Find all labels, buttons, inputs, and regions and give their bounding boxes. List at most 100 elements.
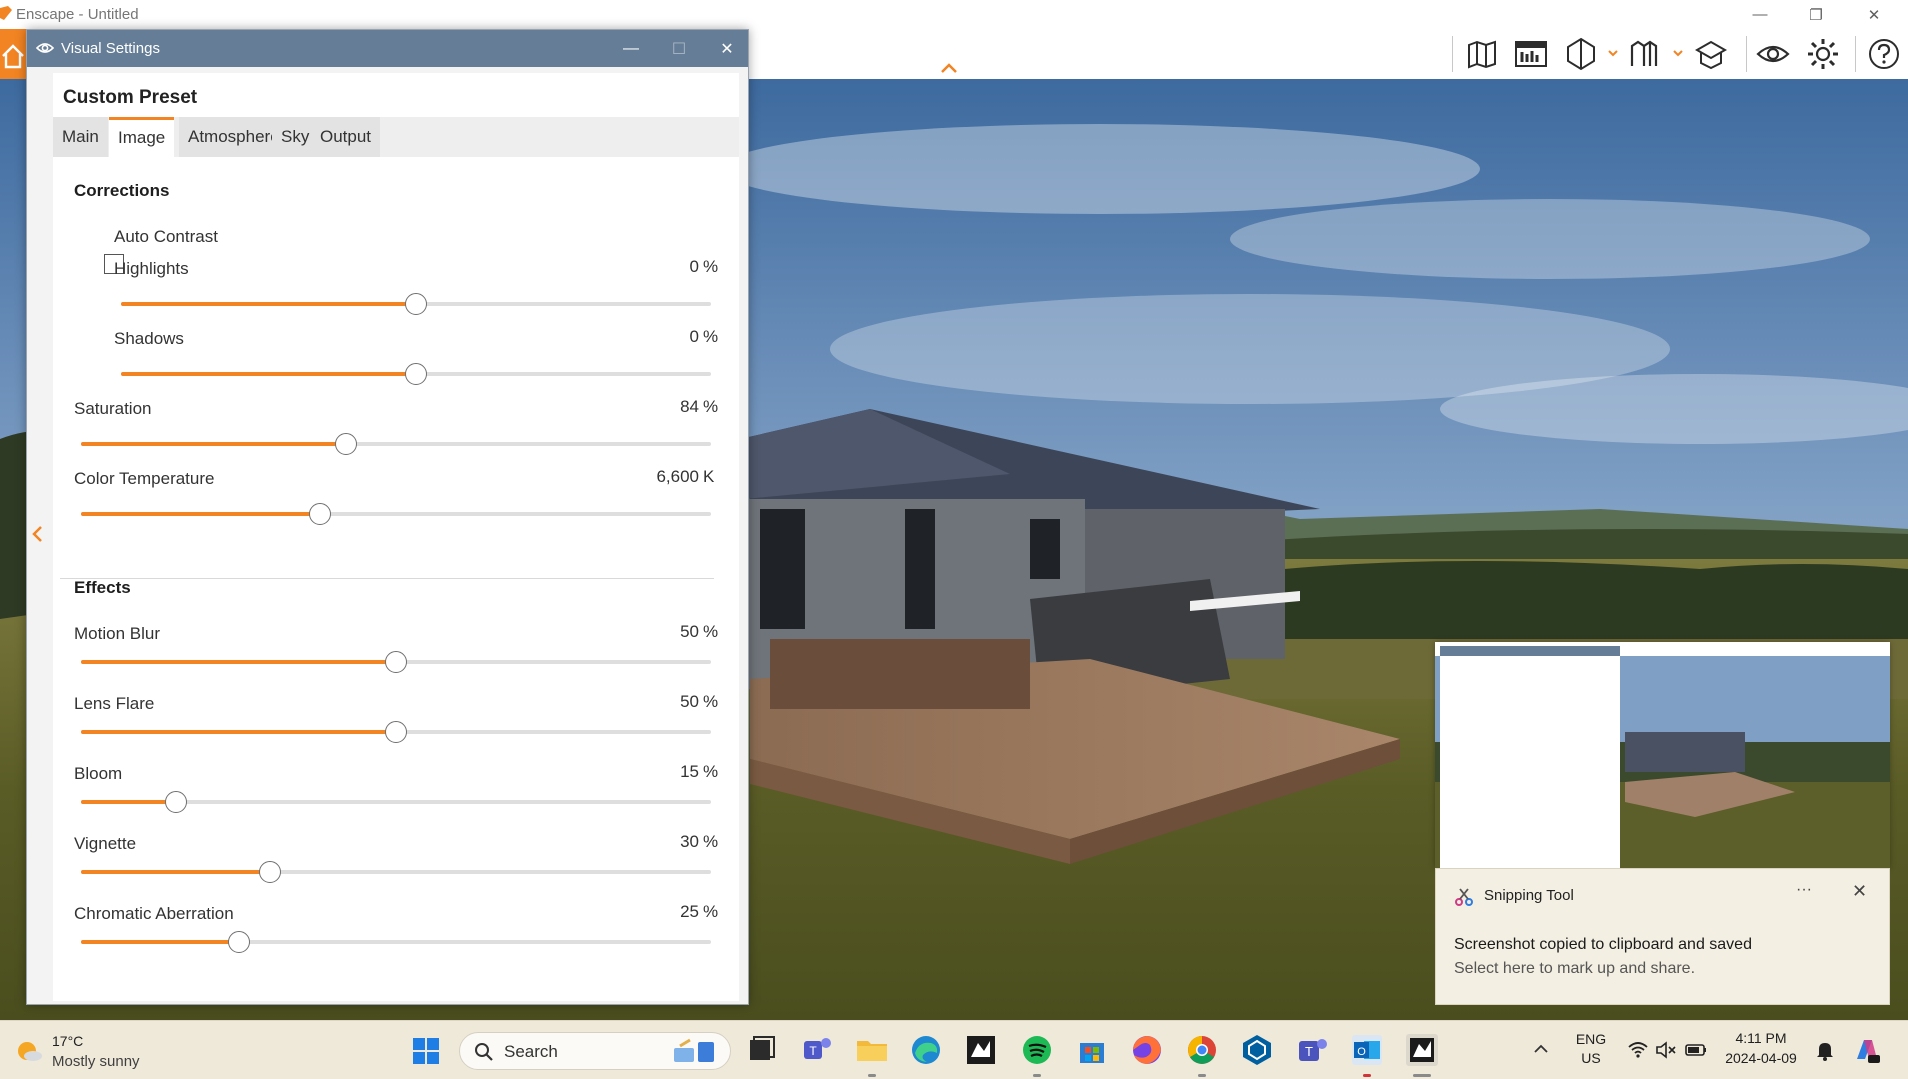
windows-start-icon[interactable] [411,1036,441,1066]
shadows-slider-handle[interactable] [405,363,427,385]
chromatic-aberration-slider[interactable] [81,931,711,953]
upload-icon[interactable] [1693,36,1729,72]
tab-image[interactable]: Image [109,117,175,157]
shadows-value: 0 [689,327,699,346]
teams-work-icon[interactable]: T [1293,1031,1331,1069]
language-indicator[interactable]: ENG [1571,1031,1611,1047]
color-temperature-unit: K [703,467,715,486]
dialog-maximize-icon[interactable]: ☐ [655,30,703,67]
wifi-icon[interactable] [1627,1040,1649,1060]
color-temperature-slider[interactable] [81,503,711,525]
restore-icon[interactable]: ❐ [1788,0,1844,29]
weather-temperature[interactable]: 17°C [52,1033,83,1049]
lens-flare-value: 50 [680,692,699,711]
saturation-slider[interactable] [81,433,711,455]
weather-sun-icon[interactable] [14,1036,44,1066]
firefox-icon[interactable] [1128,1031,1166,1069]
lens-flare-slider-fill [81,730,396,734]
chromatic-aberration-slider-fill [81,940,239,944]
close-icon[interactable]: ✕ [1846,0,1902,29]
color-temperature-slider-fill [81,512,321,516]
view-management-icon[interactable] [1563,36,1599,72]
more-options-icon[interactable]: ··· [1796,881,1812,899]
settings-icon[interactable] [1805,36,1841,72]
taskbar-search-box[interactable]: Search [459,1032,731,1070]
asset-library-icon[interactable] [1513,36,1549,72]
tab-main[interactable]: Main [53,117,108,157]
dialog-minimize-icon[interactable]: — [607,30,655,67]
highlights-unit: % [703,257,719,276]
running-indicator [868,1074,876,1077]
chevron-up-icon[interactable] [940,62,958,74]
help-icon[interactable] [1866,36,1902,72]
svg-text:T: T [809,1044,817,1058]
motion-blur-slider[interactable] [81,651,711,673]
visual-settings-icon[interactable] [1755,36,1791,72]
vignette-slider-handle[interactable] [259,861,281,883]
chevron-down-icon[interactable] [1607,47,1619,59]
rhino-icon[interactable] [962,1031,1000,1069]
motion-blur-value: 50 [680,622,699,641]
search-highlight-icon [674,1038,714,1062]
microsoft-store-icon[interactable] [1073,1031,1111,1069]
region-indicator[interactable]: US [1571,1050,1611,1066]
clock-date[interactable]: 2024-04-09 [1716,1050,1806,1066]
saturation-slider-fill [81,442,346,446]
weather-description[interactable]: Mostly sunny [52,1053,140,1070]
toolbar-separator [1452,36,1453,72]
chevron-down-icon[interactable] [1672,47,1684,59]
volume-muted-icon[interactable] [1655,1040,1677,1060]
saturation-unit: % [703,397,719,416]
lens-flare-slider-handle[interactable] [385,721,407,743]
lens-flare-label: Lens Flare [74,694,155,713]
vignette-slider-fill [81,870,270,874]
motion-blur-label: Motion Blur [74,624,160,643]
lens-flare-slider[interactable] [81,721,711,743]
minimize-icon[interactable]: — [1732,0,1788,29]
sketchup-icon[interactable] [1238,1031,1276,1069]
bloom-unit: % [703,762,719,781]
visual-settings-panel: Custom Preset Main Image Atmosphere Sky … [53,73,739,1001]
file-explorer-icon[interactable] [853,1031,891,1069]
chromatic-aberration-unit: % [703,902,719,921]
chromatic-aberration-slider-handle[interactable] [227,931,250,953]
svg-text:O: O [1357,1046,1366,1058]
chevron-left-icon[interactable] [31,524,43,544]
task-view-icon[interactable] [742,1031,780,1069]
batch-render-icon[interactable] [1628,36,1664,72]
screenshot-preview-thumbnail[interactable] [1435,642,1890,868]
search-placeholder: Search [504,1042,558,1061]
snipping-tool-notification[interactable]: Snipping Tool ··· ✕ Screenshot copied to… [1435,868,1890,1005]
saturation-slider-handle[interactable] [334,433,357,455]
copilot-icon[interactable] [1852,1035,1882,1065]
spotify-icon[interactable] [1018,1031,1056,1069]
running-indicator [1363,1074,1371,1077]
shadows-slider[interactable] [121,363,711,385]
tab-output[interactable]: Output [311,117,381,157]
dialog-close-icon[interactable]: ✕ [703,30,751,67]
home-button[interactable] [0,29,26,79]
notification-bell-icon[interactable] [1815,1040,1835,1062]
chrome-icon[interactable] [1183,1031,1221,1069]
notification-close-icon[interactable]: ✕ [1852,881,1867,902]
motion-blur-slider-handle[interactable] [385,651,407,673]
rhino-window-icon[interactable] [1403,1031,1441,1069]
color-temperature-label: Color Temperature [74,469,215,488]
tab-bar: Main Image Atmosphere Sky Output [53,117,739,157]
toolbar-separator [1855,36,1856,72]
notification-body: Select here to mark up and share. [1454,960,1696,977]
bloom-slider-handle[interactable] [164,791,187,813]
color-temperature-value: 6,600 [656,467,699,486]
edge-icon[interactable] [907,1031,945,1069]
bloom-slider[interactable] [81,791,711,813]
highlights-slider-handle[interactable] [405,293,427,315]
vignette-slider[interactable] [81,861,711,883]
battery-icon[interactable] [1684,1041,1708,1059]
teams-icon[interactable]: T [798,1031,836,1069]
dialog-titlebar[interactable]: Visual Settings — ☐ ✕ [27,30,748,67]
clock-time[interactable]: 4:11 PM [1716,1030,1806,1046]
outlook-icon[interactable]: O [1348,1031,1386,1069]
chevron-up-icon[interactable] [1532,1042,1550,1056]
highlights-slider[interactable] [121,293,711,315]
map-icon[interactable] [1464,36,1500,72]
